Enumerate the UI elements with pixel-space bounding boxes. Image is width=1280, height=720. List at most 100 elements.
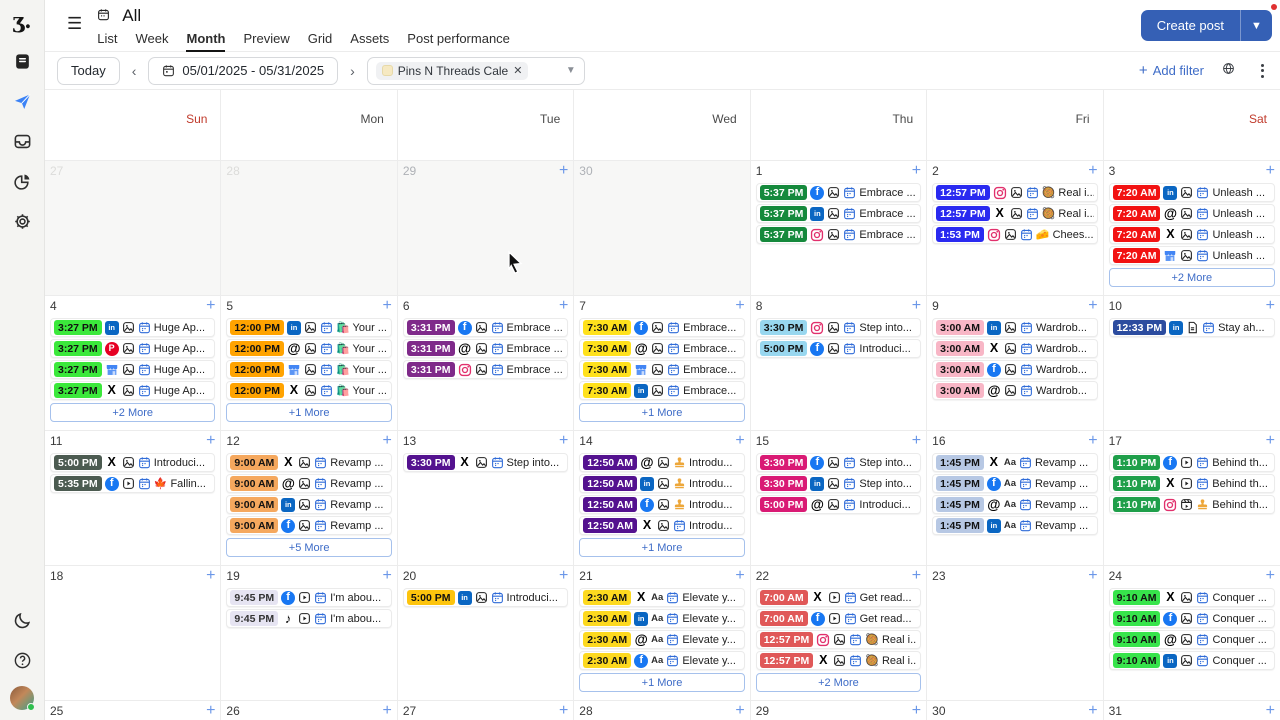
create-post-dropdown[interactable]: ▼	[1240, 10, 1272, 41]
user-avatar[interactable]	[10, 686, 34, 710]
scheduled-post-pill[interactable]: 3:00 AMinWardrob...	[932, 318, 1097, 337]
scheduled-post-pill[interactable]: 9:00 AMXRevamp ...	[226, 453, 391, 472]
add-post-plus-icon[interactable]: +	[735, 299, 744, 312]
tab-assets[interactable]: Assets	[350, 31, 389, 52]
scheduled-post-pill[interactable]: 1:53 PM🧀 Chees...	[932, 225, 1097, 244]
scheduled-post-pill[interactable]: 3:27 PMinHuge Ap...	[50, 318, 215, 337]
scheduled-post-pill[interactable]: 1:45 PMXAaRevamp ...	[932, 453, 1097, 472]
more-posts-button[interactable]: +1 More	[226, 403, 391, 422]
scheduled-post-pill[interactable]: 3:00 AMfWardrob...	[932, 360, 1097, 379]
scheduled-post-pill[interactable]: 7:20 AMinUnleash ...	[1109, 183, 1275, 202]
scheduled-post-pill[interactable]: 3:27 PMPHuge Ap...	[50, 339, 215, 358]
calendar-cell-day-10[interactable]: 10+12:33 PMinStay ah...	[1104, 296, 1280, 430]
scheduled-post-pill[interactable]: 3:00 AMXWardrob...	[932, 339, 1097, 358]
create-post-label[interactable]: Create post	[1141, 10, 1240, 41]
add-post-plus-icon[interactable]: +	[1088, 569, 1097, 582]
add-post-plus-icon[interactable]: +	[206, 569, 215, 582]
scheduled-post-pill[interactable]: 12:00 PM@🛍️ Your ...	[226, 339, 391, 358]
tab-month[interactable]: Month	[186, 31, 225, 52]
prev-month-chevron[interactable]: ‹	[129, 63, 140, 79]
scheduled-post-pill[interactable]: 2:30 AM@AaElevate y...	[579, 630, 744, 649]
calendar-cell-day-1[interactable]: 1+5:37 PMfEmbrace ...5:37 PMinEmbrace ..…	[751, 161, 927, 295]
scheduled-post-pill[interactable]: 5:00 PMinIntroduci...	[403, 588, 568, 607]
help-icon[interactable]	[8, 646, 36, 674]
scheduled-post-pill[interactable]: 2:30 AMfAaElevate y...	[579, 651, 744, 670]
scheduled-post-pill[interactable]: 5:00 PMXIntroduci...	[50, 453, 215, 472]
scheduled-post-pill[interactable]: 9:10 AMfConquer ...	[1109, 609, 1275, 628]
scheduled-post-pill[interactable]: 7:20 AM@Unleash ...	[1109, 204, 1275, 223]
scheduled-post-pill[interactable]: 2:30 AMXAaElevate y...	[579, 588, 744, 607]
calendar-cell-day-25[interactable]: 25+	[45, 701, 221, 720]
add-filter-button[interactable]: +Add filter	[1139, 62, 1204, 79]
calendar-cell-day-4[interactable]: 4+3:27 PMinHuge Ap...3:27 PMPHuge Ap...3…	[45, 296, 221, 430]
scheduled-post-pill[interactable]: 12:50 AMinIntrodu...	[579, 474, 744, 493]
add-post-plus-icon[interactable]: +	[559, 434, 568, 447]
calendar-cell-day-15[interactable]: 15+3:30 PMfStep into...3:30 PMinStep int…	[751, 431, 927, 565]
scheduled-post-pill[interactable]: 3:30 PMfStep into...	[756, 453, 921, 472]
scheduled-post-pill[interactable]: 12:00 PMX🛍️ Your ...	[226, 381, 391, 400]
scheduled-post-pill[interactable]: 9:00 AMinRevamp ...	[226, 495, 391, 514]
add-post-plus-icon[interactable]: +	[559, 704, 568, 717]
scheduled-post-pill[interactable]: 3:30 PMStep into...	[756, 318, 921, 337]
scheduled-post-pill[interactable]: 5:37 PMEmbrace ...	[756, 225, 921, 244]
calendar-cell-day-9[interactable]: 9+3:00 AMinWardrob...3:00 AMXWardrob...3…	[927, 296, 1103, 430]
add-post-plus-icon[interactable]: +	[383, 434, 392, 447]
calendar-cell-day-30-prev[interactable]: 30	[574, 161, 750, 295]
scheduled-post-pill[interactable]: 1:45 PMinAaRevamp ...	[932, 516, 1097, 535]
calendar-cell-day-17[interactable]: 17+1:10 PMfBehind th...1:10 PMXBehind th…	[1104, 431, 1280, 565]
scheduled-post-pill[interactable]: 3:27 PMHuge Ap...	[50, 360, 215, 379]
today-button[interactable]: Today	[57, 57, 120, 85]
calendar-cell-day-13[interactable]: 13+3:30 PMXStep into...	[398, 431, 574, 565]
tab-week[interactable]: Week	[135, 31, 168, 52]
scheduled-post-pill[interactable]: 12:33 PMinStay ah...	[1109, 318, 1275, 337]
calendar-cell-day-18[interactable]: 18+	[45, 566, 221, 700]
add-post-plus-icon[interactable]: +	[559, 164, 568, 177]
calendar-cell-day-21[interactable]: 21+2:30 AMXAaElevate y...2:30 AMinAaElev…	[574, 566, 750, 700]
calendar-cell-day-31[interactable]: 31+	[1104, 701, 1280, 720]
calendar-cell-day-23[interactable]: 23+	[927, 566, 1103, 700]
calendar-cell-day-2[interactable]: 2+12:57 PM🥘 Real i...12:57 PMX🥘 Real i..…	[927, 161, 1103, 295]
add-post-plus-icon[interactable]: +	[1088, 299, 1097, 312]
calendar-cell-day-3[interactable]: 3+7:20 AMinUnleash ...7:20 AM@Unleash ..…	[1104, 161, 1280, 295]
calendar-cell-day-28[interactable]: 28+	[574, 701, 750, 720]
scheduled-post-pill[interactable]: 5:37 PMinEmbrace ...	[756, 204, 921, 223]
add-post-plus-icon[interactable]: +	[383, 299, 392, 312]
add-post-plus-icon[interactable]: +	[912, 164, 921, 177]
app-logo[interactable]: ʒ.	[12, 8, 31, 33]
scheduled-post-pill[interactable]: 9:10 AMinConquer ...	[1109, 651, 1275, 670]
scheduled-post-pill[interactable]: 1:10 PMfBehind th...	[1109, 453, 1275, 472]
add-post-plus-icon[interactable]: +	[1266, 434, 1275, 447]
timezone-globe-icon[interactable]	[1222, 62, 1239, 79]
add-post-plus-icon[interactable]: +	[1088, 704, 1097, 717]
scheduled-post-pill[interactable]: 1:45 PM@AaRevamp ...	[932, 495, 1097, 514]
scheduled-post-pill[interactable]: 2:30 AMinAaElevate y...	[579, 609, 744, 628]
calendar-cell-day-14[interactable]: 14+12:50 AM@Introdu...12:50 AMinIntrodu.…	[574, 431, 750, 565]
add-post-plus-icon[interactable]: +	[206, 704, 215, 717]
scheduled-post-pill[interactable]: 7:30 AM@Embrace...	[579, 339, 744, 358]
scheduled-post-pill[interactable]: 12:00 PMin🛍️ Your ...	[226, 318, 391, 337]
analytics-pie-icon[interactable]	[8, 167, 36, 195]
more-posts-button[interactable]: +2 More	[1109, 268, 1275, 287]
add-post-plus-icon[interactable]: +	[559, 569, 568, 582]
scheduled-post-pill[interactable]: 12:50 AMfIntrodu...	[579, 495, 744, 514]
date-range-picker[interactable]: 05/01/2025 - 05/31/2025	[148, 57, 338, 85]
hamburger-menu-icon[interactable]: ☰	[67, 14, 81, 34]
scheduled-post-pill[interactable]: 3:31 PMfEmbrace ...	[403, 318, 568, 337]
scheduled-post-pill[interactable]: 12:57 PMX🥘 Real i...	[756, 651, 921, 670]
calendar-cell-day-28-prev[interactable]: 28	[221, 161, 397, 295]
tab-grid[interactable]: Grid	[308, 31, 333, 52]
calendar-cell-day-27-prev[interactable]: 27	[45, 161, 221, 295]
calendar-cell-day-27[interactable]: 27+	[398, 701, 574, 720]
add-post-plus-icon[interactable]: +	[1266, 569, 1275, 582]
add-post-plus-icon[interactable]: +	[735, 434, 744, 447]
calendar-cell-day-26[interactable]: 26+	[221, 701, 397, 720]
calendar-cell-day-20[interactable]: 20+5:00 PMinIntroduci...	[398, 566, 574, 700]
scheduled-post-pill[interactable]: 3:30 PMinStep into...	[756, 474, 921, 493]
scheduled-post-pill[interactable]: 5:00 PMfIntroduci...	[756, 339, 921, 358]
scheduled-post-pill[interactable]: 12:57 PM🥘 Real i...	[932, 183, 1097, 202]
more-posts-button[interactable]: +2 More	[50, 403, 215, 422]
calendar-cell-day-5[interactable]: 5+12:00 PMin🛍️ Your ...12:00 PM@🛍️ Your …	[221, 296, 397, 430]
more-posts-button[interactable]: +1 More	[579, 538, 744, 557]
scheduled-post-pill[interactable]: 5:35 PMf🍁 Fallin...	[50, 474, 215, 493]
tab-preview[interactable]: Preview	[243, 31, 289, 52]
